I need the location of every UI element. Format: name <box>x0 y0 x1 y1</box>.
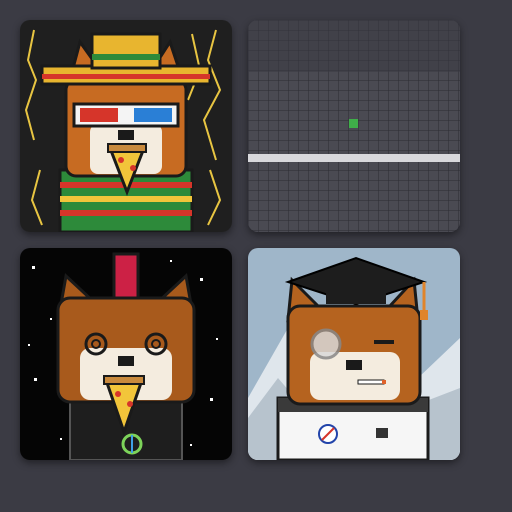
sombrero-shiba-image <box>20 20 232 232</box>
nft-card-sombrero-shiba[interactable] <box>20 20 232 232</box>
pixel-grid-image <box>248 20 460 232</box>
nft-card-graduate-shiba[interactable] <box>248 248 460 460</box>
graduate-shiba-image <box>248 248 460 460</box>
nft-card-grid-placeholder[interactable] <box>248 20 460 232</box>
nft-card-mohawk-shiba[interactable] <box>20 248 232 460</box>
grid-horizontal-band <box>248 154 460 162</box>
mohawk-shiba-image <box>20 248 232 460</box>
green-pixel-marker <box>349 119 358 128</box>
